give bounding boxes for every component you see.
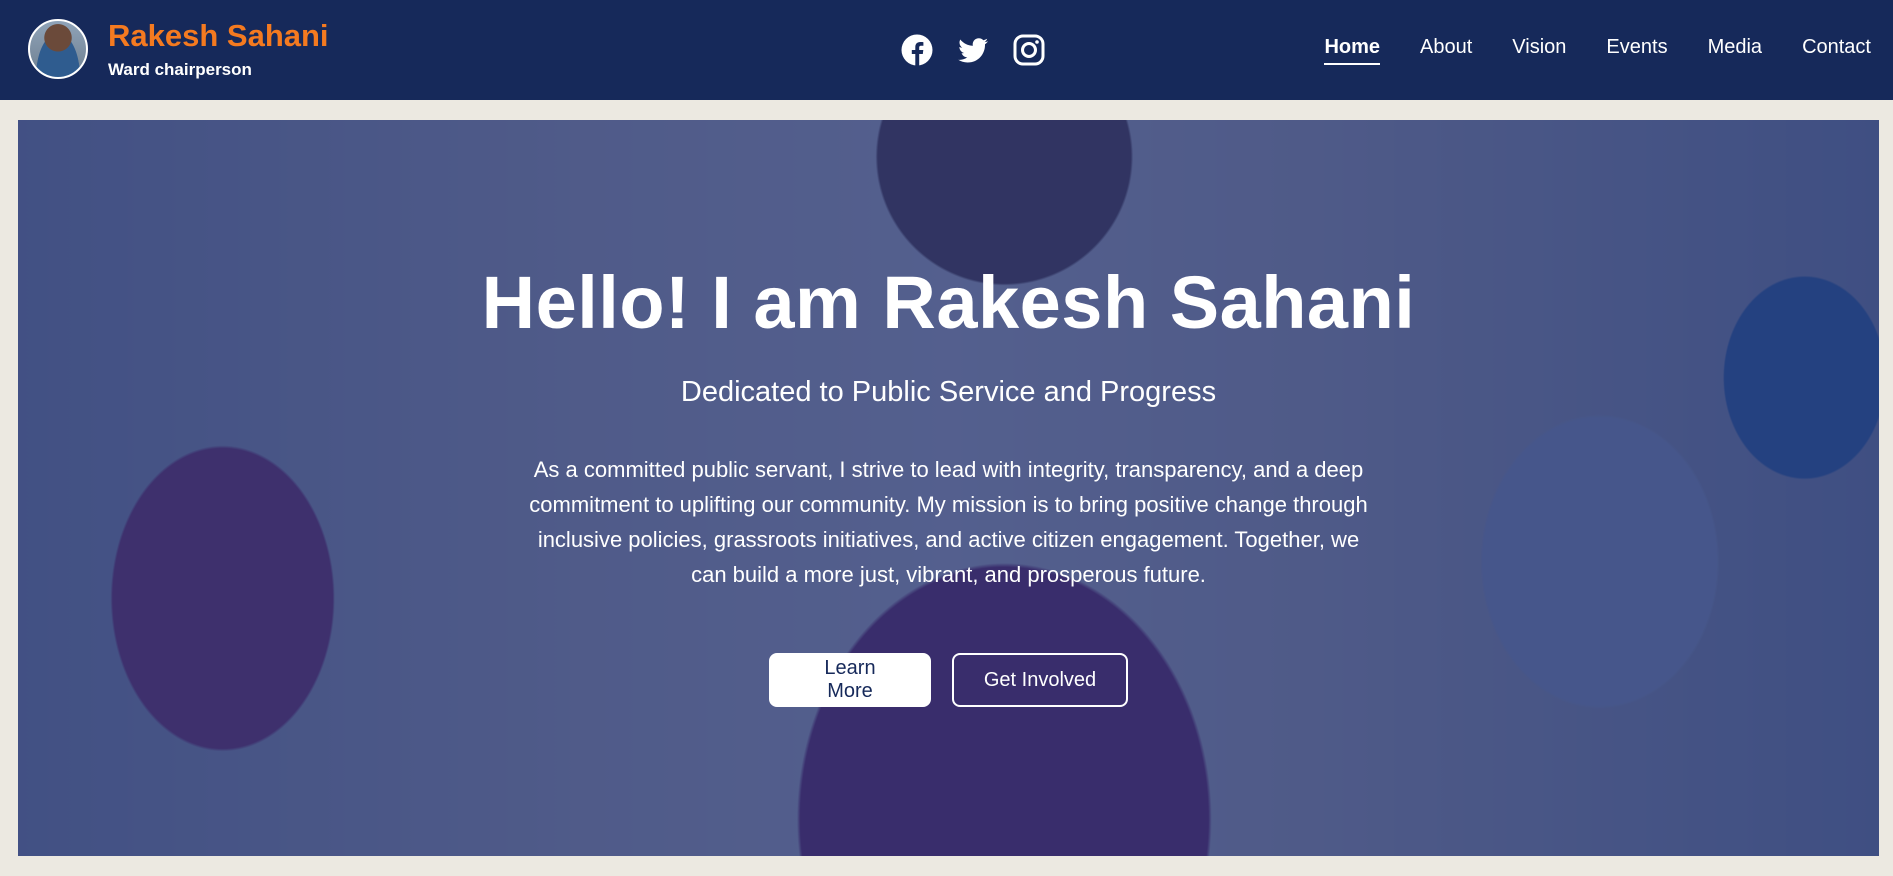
get-involved-button[interactable]: Get Involved [952, 653, 1128, 707]
hero-content: Hello! I am Rakesh Sahani Dedicated to P… [18, 120, 1879, 856]
social-links [900, 32, 1046, 68]
site-header: Rakesh Sahani Ward chairperson Home Abou… [0, 0, 1893, 100]
nav-media[interactable]: Media [1708, 36, 1762, 65]
hero-buttons: Learn More Get Involved [18, 653, 1879, 707]
nav-events[interactable]: Events [1606, 36, 1667, 65]
facebook-icon[interactable] [900, 33, 934, 67]
instagram-icon[interactable] [1012, 33, 1046, 67]
avatar[interactable] [28, 19, 88, 79]
hero-section: Hello! I am Rakesh Sahani Dedicated to P… [18, 120, 1879, 856]
brand-name[interactable]: Rakesh Sahani [108, 18, 329, 54]
nav-vision[interactable]: Vision [1512, 36, 1566, 65]
learn-more-button[interactable]: Learn More [769, 653, 931, 707]
nav-home[interactable]: Home [1324, 36, 1381, 65]
brand-role: Ward chairperson [108, 60, 252, 79]
nav-about[interactable]: About [1420, 36, 1472, 65]
hero-description: As a committed public servant, I strive … [529, 457, 1368, 587]
hero-subtitle: Dedicated to Public Service and Progress [680, 376, 1217, 408]
hero-title: Hello! I am Rakesh Sahani [481, 261, 1416, 344]
main-nav: Home About Vision Events Media Contact [1324, 36, 1871, 65]
twitter-icon[interactable] [956, 33, 990, 67]
nav-contact[interactable]: Contact [1802, 36, 1871, 65]
